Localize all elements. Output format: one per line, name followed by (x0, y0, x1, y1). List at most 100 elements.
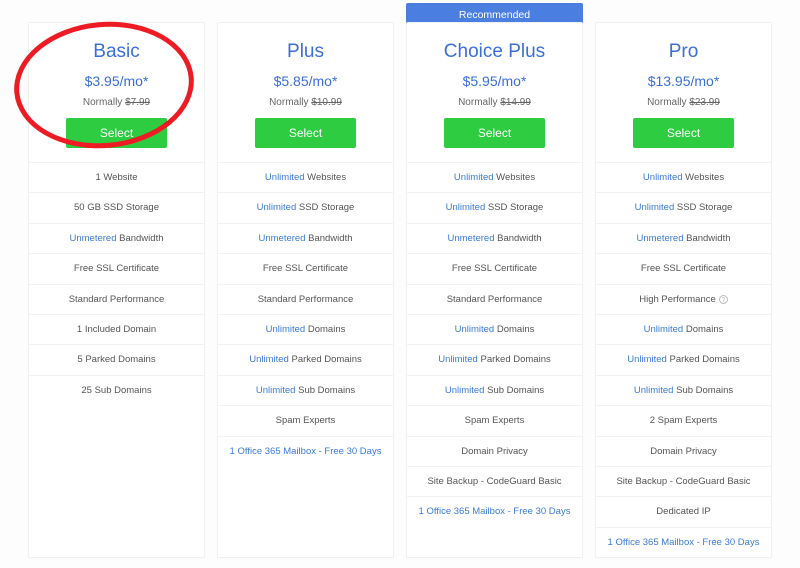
feature-text: Free SSL Certificate (263, 263, 348, 274)
feature-item: 2 Spam Experts (596, 405, 771, 435)
feature-item: Domain Privacy (407, 436, 582, 466)
plan-price: $5.95/mo* (415, 73, 574, 89)
feature-item: Unlimited Websites (407, 162, 582, 192)
plan-card-basic: Basic$3.95/mo*Normally $7.99Select1 Webs… (28, 22, 205, 558)
feature-item: Unlimited Domains (596, 314, 771, 344)
plan-title: Choice Plus (415, 41, 574, 63)
feature-text: Unlimited (256, 385, 296, 396)
feature-text: Bandwidth (494, 233, 541, 244)
plan-card-plus: Plus$5.85/mo*Normally $10.99SelectUnlimi… (217, 22, 394, 558)
feature-text: Unlimited (249, 354, 289, 365)
feature-text: 25 Sub Domains (81, 385, 151, 396)
feature-item: Unmetered Bandwidth (407, 223, 582, 253)
feature-item: 25 Sub Domains (29, 375, 204, 405)
feature-text: Unlimited (257, 202, 297, 213)
feature-text: Unmetered (69, 233, 116, 244)
feature-text: Standard Performance (258, 294, 354, 305)
feature-text: Bandwidth (116, 233, 163, 244)
feature-text: 1 Office 365 Mailbox - Free 30 Days (419, 506, 571, 517)
feature-text: Standard Performance (447, 294, 543, 305)
feature-item: Unlimited Parked Domains (218, 344, 393, 374)
feature-list: Unlimited WebsitesUnlimited SSD StorageU… (218, 162, 393, 466)
feature-item: Unlimited Websites (218, 162, 393, 192)
feature-text: Unmetered (636, 233, 683, 244)
feature-text: Unlimited (627, 354, 667, 365)
feature-text: Free SSL Certificate (74, 263, 159, 274)
select-button[interactable]: Select (66, 118, 167, 148)
feature-text: SSD Storage (296, 202, 354, 213)
feature-item: Domain Privacy (596, 436, 771, 466)
select-button[interactable]: Select (255, 118, 356, 148)
feature-text: Unlimited (438, 354, 478, 365)
feature-text: Free SSL Certificate (452, 263, 537, 274)
feature-item: Site Backup - CodeGuard Basic (596, 466, 771, 496)
feature-text: Dedicated IP (656, 506, 710, 517)
feature-item: Unlimited Domains (218, 314, 393, 344)
plan-price: $3.95/mo* (37, 73, 196, 89)
feature-item: Standard Performance (29, 284, 204, 314)
plan-price: $13.95/mo* (604, 73, 763, 89)
feature-text: Unmetered (447, 233, 494, 244)
feature-text: Unlimited (634, 385, 674, 396)
feature-text: Websites (305, 172, 347, 183)
feature-item: Free SSL Certificate (218, 253, 393, 283)
feature-item: 1 Website (29, 162, 204, 192)
feature-text: Site Backup - CodeGuard Basic (427, 476, 561, 487)
feature-text: 1 Office 365 Mailbox - Free 30 Days (230, 446, 382, 457)
feature-item: Spam Experts (218, 405, 393, 435)
plan-header: Pro$13.95/mo*Normally $23.99Select (596, 23, 771, 162)
feature-text: Unlimited (644, 324, 684, 335)
feature-text: Unlimited (266, 324, 306, 335)
feature-text: Parked Domains (478, 354, 551, 365)
feature-text: Unmetered (258, 233, 305, 244)
plan-normal-price: Normally $7.99 (37, 97, 196, 108)
feature-text: Domain Privacy (461, 446, 528, 457)
feature-item: 1 Office 365 Mailbox - Free 30 Days (596, 527, 771, 557)
select-button[interactable]: Select (633, 118, 734, 148)
feature-item: Unlimited SSD Storage (218, 192, 393, 222)
feature-text: High Performance (639, 294, 716, 305)
plan-header: Basic$3.95/mo*Normally $7.99Select (29, 23, 204, 162)
feature-text: 2 Spam Experts (650, 415, 718, 426)
plan-normal-price: Normally $23.99 (604, 97, 763, 108)
feature-item: Unlimited Websites (596, 162, 771, 192)
feature-item: 1 Included Domain (29, 314, 204, 344)
feature-text: Sub Domains (673, 385, 733, 396)
feature-text: Domain Privacy (650, 446, 717, 457)
select-button[interactable]: Select (444, 118, 545, 148)
feature-item: Unlimited Parked Domains (596, 344, 771, 374)
feature-text: Domains (494, 324, 534, 335)
feature-text: Spam Experts (276, 415, 336, 426)
feature-text: SSD Storage (485, 202, 543, 213)
feature-text: Parked Domains (667, 354, 740, 365)
feature-item: Free SSL Certificate (29, 253, 204, 283)
feature-item: Unmetered Bandwidth (218, 223, 393, 253)
feature-text: Unlimited (643, 172, 683, 183)
feature-text: 50 GB SSD Storage (74, 202, 159, 213)
plan-normal-price: Normally $10.99 (226, 97, 385, 108)
feature-item: High Performance? (596, 284, 771, 314)
plan-card-pro: Pro$13.95/mo*Normally $23.99SelectUnlimi… (595, 22, 772, 558)
feature-item: Free SSL Certificate (407, 253, 582, 283)
feature-text: Unlimited (454, 172, 494, 183)
feature-text: Free SSL Certificate (641, 263, 726, 274)
plan-header: Plus$5.85/mo*Normally $10.99Select (218, 23, 393, 162)
feature-item: Unlimited Domains (407, 314, 582, 344)
feature-list: 1 Website 50 GB SSD Storage Unmetered Band… (29, 162, 204, 405)
info-icon[interactable]: ? (719, 295, 728, 304)
feature-text: 1 Office 365 Mailbox - Free 30 Days (608, 537, 760, 548)
feature-text: Unlimited (445, 385, 485, 396)
feature-text: Sub Domains (484, 385, 544, 396)
feature-item: 1 Office 365 Mailbox - Free 30 Days (407, 496, 582, 526)
feature-text: Domains (683, 324, 723, 335)
feature-item: Standard Performance (218, 284, 393, 314)
feature-item: Unmetered Bandwidth (596, 223, 771, 253)
feature-text: Sub Domains (295, 385, 355, 396)
plan-title: Plus (226, 41, 385, 63)
feature-text: Spam Experts (465, 415, 525, 426)
feature-text: Parked Domains (289, 354, 362, 365)
feature-text: Site Backup - CodeGuard Basic (616, 476, 750, 487)
feature-item: Unlimited Parked Domains (407, 344, 582, 374)
feature-item: Unlimited SSD Storage (407, 192, 582, 222)
feature-text: Standard Performance (69, 294, 165, 305)
